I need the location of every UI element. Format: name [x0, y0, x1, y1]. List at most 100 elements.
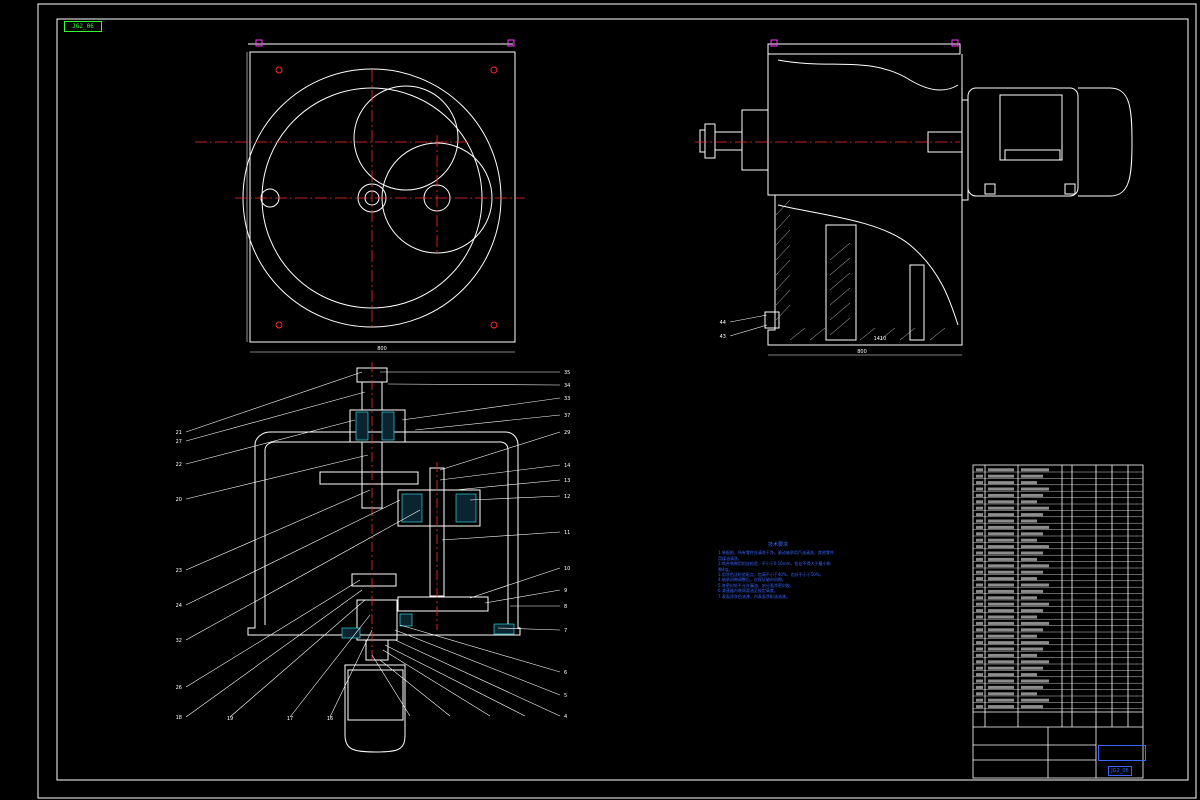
- parts-list-entry-text: [976, 513, 983, 517]
- parts-list-entry-text: [988, 500, 1014, 504]
- parts-list-entry-text: [976, 481, 983, 485]
- callout-number: 4: [564, 714, 567, 720]
- technical-requirements: 技术要求 1.装配前，所有零件应清洗干净，滚动轴承用汽油清洗，其他零件 用煤油清洗…: [718, 542, 838, 599]
- callout-number: 29: [564, 430, 570, 436]
- parts-list-entry-text: [1021, 634, 1037, 638]
- parts-list-entry-text: [988, 705, 1014, 709]
- callout-number: 17: [287, 716, 293, 722]
- callout-number: 23: [176, 568, 182, 574]
- parts-list-entry-text: [976, 628, 983, 632]
- side-view: [699, 39, 1133, 356]
- callout-number: 10: [564, 566, 570, 572]
- callout-number: 9: [564, 588, 567, 594]
- parts-list-entry-text: [988, 532, 1014, 536]
- parts-list-entry-text: [988, 493, 1014, 497]
- callout-number: 19: [227, 716, 233, 722]
- parts-list-entry-text: [976, 634, 983, 638]
- parts-list-entry-text: [976, 692, 983, 696]
- parts-list-entry-text: [1021, 615, 1037, 619]
- parts-list-entry-text: [988, 602, 1014, 606]
- parts-list-entry-text: [1021, 506, 1049, 510]
- sheet-outer-border: [37, 3, 1197, 799]
- parts-list-entry-text: [976, 660, 983, 664]
- technical-requirements-title: 技术要求: [767, 542, 788, 548]
- parts-list-entry-text: [976, 615, 983, 619]
- callout-number: 13: [564, 478, 570, 484]
- parts-list-entry-text: [1021, 653, 1037, 657]
- top-view: [242, 39, 516, 353]
- parts-list-entry-text: [976, 653, 983, 657]
- parts-list-entry-text: [1021, 705, 1043, 709]
- parts-list-entry-text: [1021, 481, 1037, 485]
- callout-number: 20: [176, 497, 182, 503]
- callout-number: 26: [176, 685, 182, 691]
- parts-list-entry-text: [1021, 621, 1049, 625]
- parts-list-entry-text: [1021, 570, 1043, 574]
- parts-list-entry-text: [988, 570, 1014, 574]
- parts-list-entry-text: [988, 538, 1014, 542]
- callout-number: 8: [564, 604, 567, 610]
- parts-list-entry-text: [976, 474, 983, 478]
- parts-list-entry-text: [1021, 577, 1037, 581]
- parts-list-entry-text: [1021, 583, 1049, 587]
- parts-list-entry-text: [988, 564, 1014, 568]
- parts-list-entry-text: [1021, 557, 1037, 561]
- parts-list-entry-text: [1021, 685, 1043, 689]
- parts-list-entry-text: [1021, 673, 1037, 677]
- callout-number: 5: [564, 693, 567, 699]
- parts-list-entry-text: [988, 653, 1014, 657]
- parts-list-entry-text: [988, 673, 1014, 677]
- callout-number: 16: [327, 716, 333, 722]
- parts-list-entry-text: [988, 557, 1014, 561]
- parts-list-entry-text: [988, 577, 1014, 581]
- parts-list-entry-text: [1021, 519, 1037, 523]
- parts-list-entry-text: [976, 602, 983, 606]
- parts-list-entry-text: [988, 589, 1014, 593]
- parts-list-entry-text: [1021, 641, 1049, 645]
- callout-number: 800: [857, 349, 867, 355]
- parts-list-entry-text: [1021, 538, 1037, 542]
- parts-list-entry-text: [976, 538, 983, 542]
- parts-list-entry-text: [1021, 500, 1037, 504]
- callout-number: 18: [176, 715, 182, 721]
- callout-number: 43: [720, 334, 726, 340]
- callout-number: 14: [564, 463, 570, 469]
- parts-list-entry-text: [988, 525, 1014, 529]
- parts-list-entry-text: [976, 666, 983, 670]
- parts-list-entry-text: [976, 487, 983, 491]
- parts-list-entry-text: [988, 487, 1014, 491]
- parts-list-entry-text: [976, 500, 983, 504]
- parts-list-entry-text: [1021, 589, 1043, 593]
- parts-list-entry-text: [976, 685, 983, 689]
- callout-number: 6: [564, 670, 567, 676]
- technical-requirements-list: 1.装配前，所有零件应清洗干净，滚动轴承用汽油清洗，其他零件 用煤油清洗。 2.啮合…: [718, 550, 838, 599]
- parts-list-entry-text: [988, 551, 1014, 555]
- parts-list-entry-text: [988, 474, 1014, 478]
- parts-list-entry-text: [988, 666, 1014, 670]
- parts-list-entry-text: [976, 545, 983, 549]
- callout-number: 7: [564, 628, 567, 634]
- parts-list-entry-text: [1021, 660, 1049, 664]
- cad-drawing-canvas: 21 27 22 20 23 24 32 26 18 19 17 16 35 34 33 37 29 14 13 12…: [37, 3, 1197, 799]
- parts-list-entry-text: [976, 641, 983, 645]
- parts-list-entry-text: [1021, 596, 1037, 600]
- callout-number: 21: [176, 430, 182, 436]
- tech-note-line: 2.啮合侧隙用铅丝检验，不小于0.16mm，铅丝不得大于最小侧: [718, 561, 831, 567]
- callout-number: 34: [564, 383, 570, 389]
- parts-list-entry-text: [1021, 532, 1043, 536]
- parts-list-entry-text: [988, 641, 1014, 645]
- parts-list-entry-text: [988, 692, 1014, 696]
- parts-list-entry-text: [988, 679, 1014, 683]
- parts-list-entry-text: [1021, 513, 1043, 517]
- callout-number: 12: [564, 494, 570, 500]
- leader-lines: [185, 314, 768, 718]
- parts-list-entry-text: [976, 698, 983, 702]
- parts-list-entry-text: [988, 596, 1014, 600]
- parts-list-entry-text: [976, 557, 983, 561]
- parts-list-entry-text: [988, 615, 1014, 619]
- callout-number: 35: [564, 370, 570, 376]
- parts-list-entry-text: [976, 468, 983, 472]
- parts-list-entry-text: [976, 532, 983, 536]
- callout-number: 11: [564, 530, 570, 536]
- parts-list-entry-text: [1021, 487, 1049, 491]
